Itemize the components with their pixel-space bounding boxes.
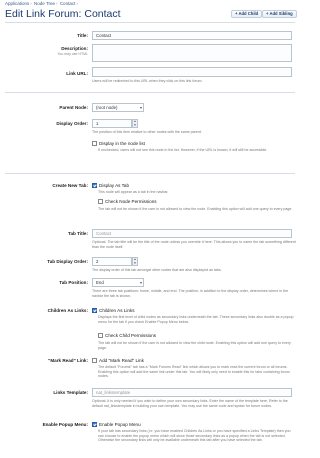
links-template-input[interactable]: nat_linkstemplate xyxy=(92,388,292,397)
display-as-tab-checkbox[interactable]: Display As Tab xyxy=(92,183,129,188)
breadcrumb: Applications› Node Tree› Contact› xyxy=(5,1,78,6)
children-as-links-label: Children As Links: xyxy=(47,308,88,313)
description-sublabel: You may use HTML xyxy=(57,52,88,56)
add-child-button[interactable]: + Add Child xyxy=(231,10,263,18)
children-as-links-hint: Displays the first level of child nodes … xyxy=(98,315,294,324)
tab-title-input[interactable]: Contact xyxy=(92,229,292,238)
title-label: Title: xyxy=(77,33,88,38)
enable-popup-menu-hint: If your tab has secondary links (i.e. yo… xyxy=(98,429,291,443)
tab-display-order-hint: The display order of this tab amongst ot… xyxy=(92,268,222,272)
tab-display-order-label: Tab Display Order: xyxy=(47,259,88,264)
header-divider xyxy=(5,22,295,23)
links-template-hint: Optional. It is only needed if you wish … xyxy=(92,399,288,408)
create-new-tab-label: Create New Tab: xyxy=(52,183,88,188)
child-permissions-hint: The tab will not be shown if the user is… xyxy=(98,341,291,350)
breadcrumb-contact[interactable]: Contact xyxy=(60,1,76,6)
enable-popup-menu-label: Enable Popup Menu: xyxy=(42,422,88,427)
checkbox-checked-icon xyxy=(92,308,97,313)
display-order-label: Display Order: xyxy=(56,121,88,126)
description-textarea[interactable] xyxy=(92,44,292,62)
link-url-input[interactable] xyxy=(92,67,292,77)
mark-read-link-checkbox[interactable]: Add "Mark Read" Link xyxy=(92,358,144,363)
check-node-permissions-checkbox[interactable]: Check Node Permissions xyxy=(98,199,157,204)
link-url-hint: Users will be redirected to this URL whe… xyxy=(92,79,203,83)
check-child-permissions-checkbox[interactable]: Check Child Permissions xyxy=(98,333,156,338)
display-order-input[interactable]: 1 xyxy=(92,119,132,128)
children-as-links-checkbox[interactable]: Children As Links xyxy=(92,308,135,313)
checkbox-unchecked-icon xyxy=(92,141,97,146)
page-title: Edit Link Forum: Contact xyxy=(5,8,121,20)
links-template-label: Links Template: xyxy=(53,390,88,395)
parent-node-label: Parent Node: xyxy=(59,105,88,110)
chevron-down-icon: ▾ xyxy=(139,280,142,285)
mark-read-link-label: "Mark Read" Link: xyxy=(48,358,88,363)
checkbox-checked-icon xyxy=(92,183,97,188)
display-order-hint: The position of this item relative to ot… xyxy=(92,130,202,134)
checkbox-checked-icon xyxy=(92,422,97,427)
link-url-label: Link URL: xyxy=(66,71,88,76)
display-in-list-checkbox[interactable]: Display in the node list xyxy=(92,141,145,146)
description-label: Description: You may use HTML xyxy=(57,46,88,56)
checkbox-unchecked-icon xyxy=(92,358,97,363)
chevron-down-icon: ▾ xyxy=(139,105,142,110)
tab-title-hint: Optional. The tab title will be the titl… xyxy=(92,240,296,249)
tab-position-label: Tab Position: xyxy=(59,280,88,285)
section-divider xyxy=(5,92,295,93)
node-permissions-hint: The tab will not be shown if the user is… xyxy=(98,207,293,211)
checkbox-unchecked-icon xyxy=(98,333,103,338)
title-input[interactable]: Contact xyxy=(92,31,292,40)
enable-popup-menu-checkbox[interactable]: Enable Popup Menu xyxy=(92,422,141,427)
tab-position-hint: There are three tab positions: home, mid… xyxy=(92,289,289,298)
tab-title-label: Tab Title: xyxy=(68,231,88,236)
add-sibling-button[interactable]: + Add Sibling xyxy=(262,10,297,18)
display-in-list-hint: If unchecked, users will not see this no… xyxy=(98,148,268,152)
section-divider xyxy=(5,173,295,174)
breadcrumb-node-tree[interactable]: Node Tree xyxy=(34,1,55,6)
tab-display-order-input[interactable]: 2 xyxy=(92,257,132,266)
display-as-tab-hint: This node will appear as a tab in the na… xyxy=(98,190,169,194)
checkbox-unchecked-icon xyxy=(98,199,103,204)
tab-position-select[interactable]: End ▾ xyxy=(92,278,144,287)
tab-display-order-stepper[interactable]: ▲ ▼ xyxy=(132,257,138,266)
breadcrumb-applications[interactable]: Applications xyxy=(5,1,29,6)
parent-node-select[interactable]: (root node) ▾ xyxy=(92,103,144,112)
mark-read-link-hint: The default "Forums" tab has a "Mark For… xyxy=(98,365,290,379)
display-order-stepper[interactable]: ▲ ▼ xyxy=(132,119,138,128)
